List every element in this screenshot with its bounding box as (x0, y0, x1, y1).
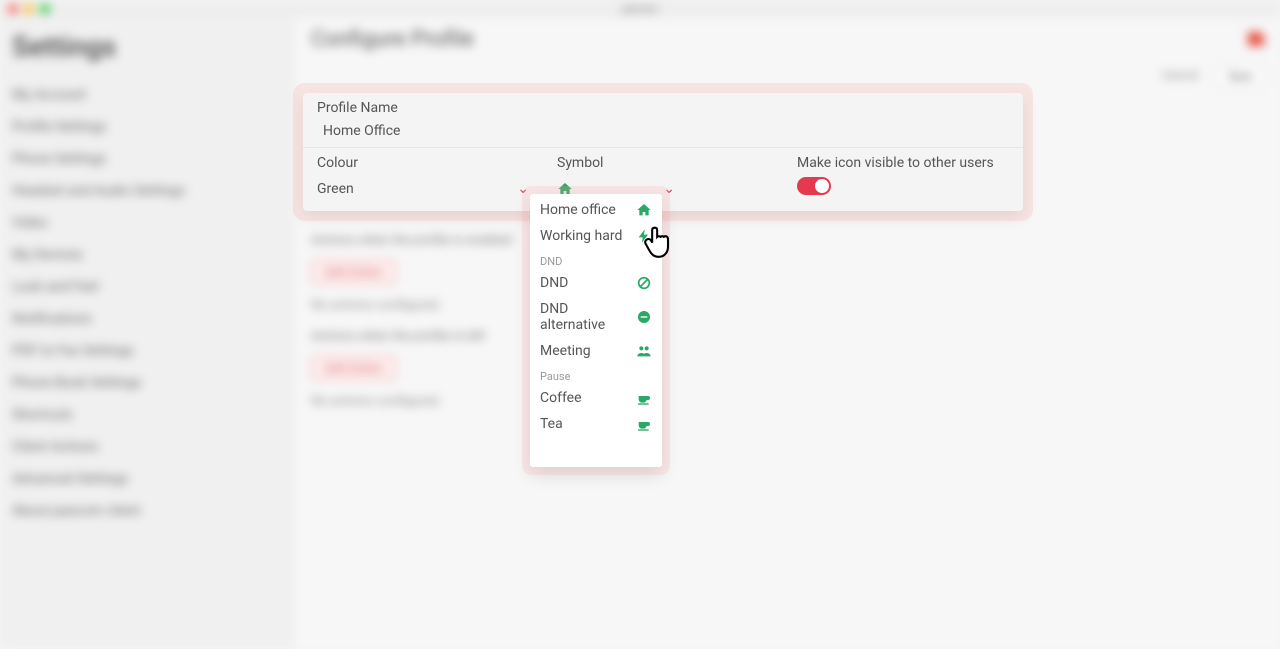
section-label: Actions when the profile is enabled (311, 233, 1264, 248)
profile-name-label: Profile Name (317, 100, 398, 116)
sidebar-item: Headset and Audio Settings (12, 175, 283, 207)
sidebar-item: My Devices (12, 239, 283, 271)
sidebar-item: Video (12, 207, 283, 239)
option-label: Working hard (540, 228, 622, 244)
sidebar-item: My Account (12, 79, 283, 111)
sidebar-title: Settings (12, 30, 283, 63)
sidebar-item: Client Actions (12, 431, 283, 463)
symbol-option-meeting[interactable]: Meeting (530, 338, 662, 364)
profile-name-input[interactable] (317, 116, 1009, 147)
symbol-option-dnd-alt[interactable]: DND alternative (530, 296, 662, 338)
sidebar-item: Notifications (12, 303, 283, 335)
sidebar-item: Profile Settings (12, 111, 283, 143)
sidebar-item: PDF to Fax Settings (12, 335, 283, 367)
cup-icon (636, 390, 652, 406)
option-label: Coffee (540, 390, 582, 406)
visibility-field: Make icon visible to other users (783, 148, 1023, 211)
option-label: DND alternative (540, 301, 636, 333)
save-button: Save (1216, 64, 1264, 88)
dropdown-group-label: Pause (530, 364, 662, 385)
symbol-option-coffee[interactable]: Coffee (530, 385, 662, 411)
sidebar-item: Shortcuts (12, 399, 283, 431)
cup-icon (636, 416, 652, 432)
cancel-button: Cancel (1152, 64, 1209, 88)
option-label: Home office (540, 202, 616, 218)
page-title: Configure Profile (311, 27, 1264, 52)
sidebar-item: Phone Settings (12, 143, 283, 175)
dnd-icon (636, 275, 652, 291)
traffic-light-minimize-icon (24, 4, 34, 14)
window-title: pascom (622, 4, 658, 15)
symbol-option-home-office[interactable]: Home office (530, 197, 662, 223)
sidebar-item: Advanced Settings (12, 463, 283, 495)
visibility-label: Make icon visible to other users (797, 155, 1009, 171)
option-label: Tea (540, 416, 563, 432)
chevron-down-icon: ⌄ (663, 181, 675, 197)
settings-sidebar: Settings My Account Profile Settings Pho… (0, 18, 295, 649)
no-actions-text: No actions configured. (311, 394, 1264, 409)
sidebar-item: Phone Book Settings (12, 367, 283, 399)
colour-value: Green (317, 181, 354, 197)
add-action-button: Add Action (311, 260, 396, 284)
symbol-option-dnd[interactable]: DND (530, 270, 662, 296)
home-icon (636, 202, 652, 218)
symbol-label: Symbol (557, 155, 769, 171)
option-label: Meeting (540, 343, 591, 359)
section-label: Actions when the profile is left (311, 329, 1264, 344)
no-actions-text: No actions configured. (311, 298, 1264, 313)
sidebar-item: Look and Feel (12, 271, 283, 303)
colour-select[interactable]: Green ⌄ (317, 177, 529, 201)
symbol-option-tea[interactable]: Tea (530, 411, 662, 437)
close-icon (1248, 32, 1262, 46)
sidebar-item: About pascom client (12, 495, 283, 527)
close-icon: ✕ (1254, 36, 1268, 50)
add-action-button: Add Action (311, 356, 396, 380)
profile-panel: Profile Name Colour Green ⌄ Symbol ⌄ Mak… (303, 93, 1023, 211)
traffic-light-close-icon (8, 4, 18, 14)
people-icon (636, 343, 652, 359)
visibility-toggle[interactable] (797, 177, 831, 195)
colour-field: Colour Green ⌄ (303, 148, 543, 211)
option-label: DND (540, 275, 568, 291)
colour-label: Colour (317, 155, 529, 171)
window-titlebar: pascom (0, 0, 1280, 18)
minus-circle-icon (636, 309, 652, 325)
chevron-down-icon: ⌄ (517, 181, 529, 197)
pointer-cursor-icon (638, 221, 678, 261)
traffic-light-zoom-icon (40, 4, 50, 14)
